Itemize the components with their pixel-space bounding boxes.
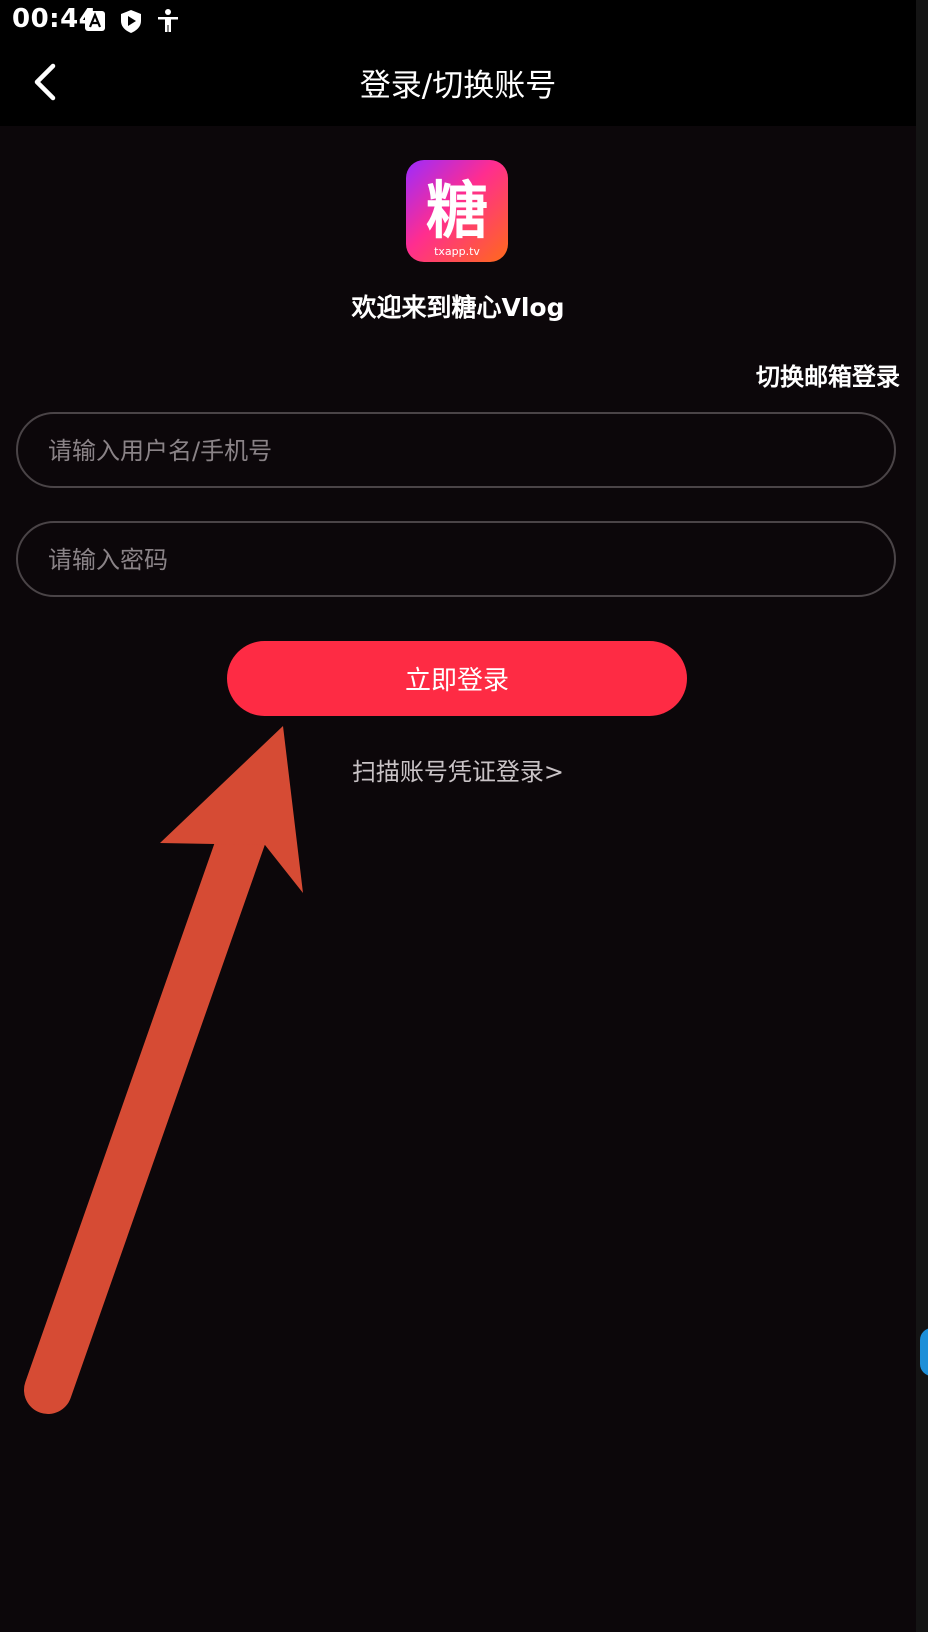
switch-email-login-link[interactable]: 切换邮箱登录: [756, 357, 900, 392]
page-title: 登录/切换账号: [359, 68, 557, 104]
logo-glyph: 糖: [426, 174, 488, 247]
login-screen: 00:44 登录/切换账号 糖 txapp.tv 欢迎来到糖心Vlog 切换邮箱…: [0, 0, 928, 1632]
logo-caption: txapp.tv: [434, 245, 480, 258]
app-logo: 糖 txapp.tv: [406, 160, 508, 262]
screen-edge: [916, 0, 928, 1632]
shield-play-icon: [118, 8, 144, 34]
password-input[interactable]: [46, 523, 870, 597]
password-field[interactable]: [16, 521, 896, 597]
app-bar: 登录/切换账号: [0, 42, 916, 126]
scan-credential-login-link[interactable]: 扫描账号凭证登录>: [0, 752, 916, 787]
login-button[interactable]: 立即登录: [227, 641, 687, 716]
status-bar: 00:44: [0, 0, 916, 42]
floating-edge-bubble[interactable]: [920, 1328, 928, 1376]
text-box-icon: [82, 8, 108, 34]
username-field[interactable]: [16, 412, 896, 488]
username-input[interactable]: [46, 414, 870, 488]
accessibility-icon: [155, 8, 181, 34]
welcome-text: 欢迎来到糖心Vlog: [351, 293, 565, 322]
